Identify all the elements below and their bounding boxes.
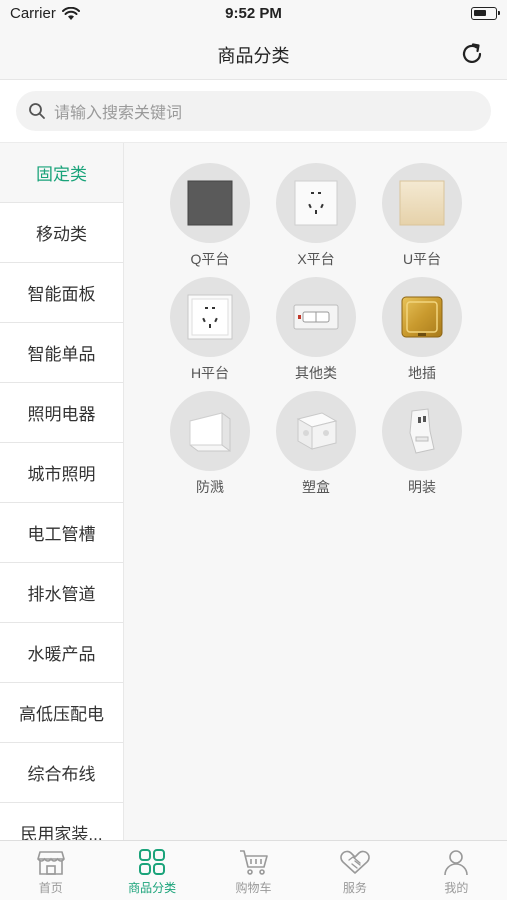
grid-item-plastic-box[interactable]: 塑盒 bbox=[276, 391, 356, 497]
product-thumb bbox=[170, 391, 250, 471]
sidebar-item-smart-single[interactable]: 智能单品 bbox=[0, 323, 123, 383]
grid-item-x-platform[interactable]: X平台 bbox=[276, 163, 356, 269]
tab-label: 购物车 bbox=[235, 881, 272, 895]
cart-icon bbox=[239, 850, 268, 875]
grid-item-label: Q平台 bbox=[190, 251, 230, 267]
sidebar-item-mobile[interactable]: 移动类 bbox=[0, 203, 123, 263]
grid-item-other[interactable]: 其他类 bbox=[276, 277, 356, 383]
sidebar-item-plumbing[interactable]: 水暖产品 bbox=[0, 623, 123, 683]
grid-item-surface-mount[interactable]: 明装 bbox=[382, 391, 462, 497]
search-input[interactable]: 请输入搜索关键词 bbox=[16, 91, 491, 131]
product-thumb bbox=[170, 277, 250, 357]
framed-socket-icon bbox=[187, 294, 233, 340]
product-thumb bbox=[276, 391, 356, 471]
surface-socket-icon bbox=[409, 408, 435, 454]
sidebar-item-home-decor[interactable]: 民用家装... bbox=[0, 803, 123, 840]
tab-label: 我的 bbox=[444, 881, 469, 895]
search-placeholder: 请输入搜索关键词 bbox=[54, 105, 183, 122]
sidebar-item-cabling[interactable]: 综合布线 bbox=[0, 743, 123, 803]
sidebar-item-conduit[interactable]: 电工管槽 bbox=[0, 503, 123, 563]
product-thumb bbox=[382, 277, 462, 357]
search-icon bbox=[29, 103, 45, 119]
app-root: Carrier 9:52 PM 商品分类 请输入搜索关键词 固定类 移动类 智能… bbox=[0, 0, 507, 900]
tab-categories[interactable]: 商品分类 bbox=[101, 841, 202, 900]
sidebar-item-distribution[interactable]: 高低压配电 bbox=[0, 683, 123, 743]
grid-item-floor-socket[interactable]: 地插 bbox=[382, 277, 462, 383]
product-thumb bbox=[170, 163, 250, 243]
nav-bar: 商品分类 bbox=[0, 28, 507, 80]
user-icon bbox=[444, 850, 469, 876]
sidebar-item-fixed[interactable]: 固定类 bbox=[0, 143, 123, 203]
refresh-icon bbox=[462, 43, 482, 63]
sidebar-item-lighting[interactable]: 照明电器 bbox=[0, 383, 123, 443]
grid-item-label: 其他类 bbox=[295, 365, 337, 381]
product-thumb bbox=[382, 163, 462, 243]
grid-item-q-platform[interactable]: Q平台 bbox=[170, 163, 250, 269]
sidebar-item-drainage[interactable]: 排水管道 bbox=[0, 563, 123, 623]
tab-cart[interactable]: 购物车 bbox=[203, 841, 304, 900]
grid-item-label: 防溅 bbox=[196, 479, 224, 495]
product-thumb bbox=[382, 391, 462, 471]
status-bar: Carrier 9:52 PM bbox=[0, 0, 507, 28]
product-grid: Q平台 X平台 U平台 H平台 其他类 地插 防溅 塑盒 明装 bbox=[170, 163, 470, 497]
handshake-icon bbox=[340, 850, 370, 874]
white-socket-icon bbox=[294, 180, 338, 226]
page-title: 商品分类 bbox=[217, 46, 290, 66]
floor-socket-icon bbox=[401, 296, 443, 338]
grid-item-u-platform[interactable]: U平台 bbox=[382, 163, 462, 269]
splash-cover-icon bbox=[189, 412, 231, 452]
product-thumb bbox=[276, 277, 356, 357]
tab-label: 商品分类 bbox=[128, 881, 177, 895]
grid-item-label: X平台 bbox=[297, 251, 335, 267]
battery-icon bbox=[471, 7, 500, 20]
status-time: 9:52 PM bbox=[225, 5, 282, 22]
tab-bar: 首页 商品分类 购物车 服务 我的 bbox=[0, 840, 507, 900]
tab-label: 首页 bbox=[38, 881, 63, 895]
grid-item-splash[interactable]: 防溅 bbox=[170, 391, 250, 497]
category-sidebar: 固定类 移动类 智能面板 智能单品 照明电器 城市照明 电工管槽 排水管道 水暖… bbox=[0, 143, 124, 840]
grid-item-label: 明装 bbox=[408, 479, 436, 495]
plastic-box-icon bbox=[296, 412, 338, 450]
refresh-button[interactable] bbox=[457, 39, 487, 69]
switch-plate-icon bbox=[293, 304, 339, 330]
product-thumb bbox=[276, 163, 356, 243]
grid-icon bbox=[139, 849, 166, 875]
tab-home[interactable]: 首页 bbox=[0, 841, 101, 900]
tab-service[interactable]: 服务 bbox=[304, 841, 405, 900]
tab-label: 服务 bbox=[342, 881, 367, 895]
grid-item-label: 地插 bbox=[408, 365, 436, 381]
dark-panel-icon bbox=[187, 180, 233, 226]
category-content: Q平台 X平台 U平台 H平台 其他类 地插 防溅 塑盒 明装 bbox=[124, 143, 507, 840]
grid-item-label: U平台 bbox=[402, 251, 442, 267]
grid-item-label: 塑盒 bbox=[302, 479, 330, 495]
search-bar: 请输入搜索关键词 bbox=[0, 80, 507, 143]
grid-item-label: H平台 bbox=[190, 365, 230, 381]
sidebar-item-smart-panel[interactable]: 智能面板 bbox=[0, 263, 123, 323]
sidebar-item-city-lighting[interactable]: 城市照明 bbox=[0, 443, 123, 503]
gold-panel-icon bbox=[399, 180, 445, 226]
grid-item-h-platform[interactable]: H平台 bbox=[170, 277, 250, 383]
tab-profile[interactable]: 我的 bbox=[406, 841, 507, 900]
store-icon bbox=[36, 851, 65, 875]
